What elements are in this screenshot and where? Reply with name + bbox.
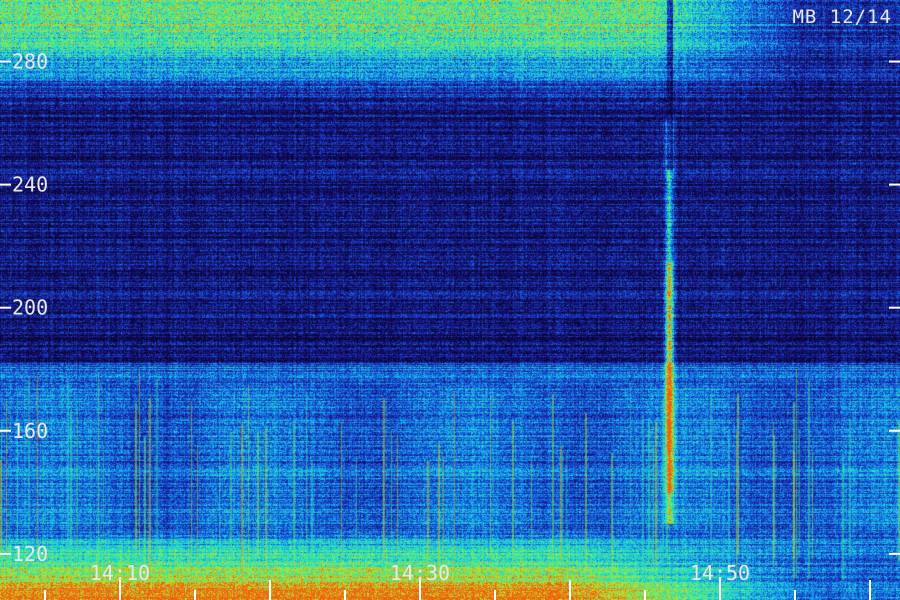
- y-tick-label: 240: [12, 173, 48, 197]
- x-tick-label: 14:50: [690, 561, 750, 585]
- y-tick-label: 160: [12, 419, 48, 443]
- station-date-label: MB 12/14: [792, 6, 892, 28]
- x-axis: 14:10 14:30 14:50: [44, 561, 871, 600]
- y-axis-left: 120 160 200 240 280: [0, 50, 48, 566]
- y-tick-label: 200: [12, 296, 48, 320]
- x-tick-label: 14:30: [390, 561, 450, 585]
- spectrogram-view: 120 160 200 240 280 14:10 14:30 14:50 MB 12/14: [0, 0, 900, 600]
- y-tick-label: 120: [12, 542, 48, 566]
- y-tick-label: 280: [12, 50, 48, 74]
- y-axis-right: [889, 60, 900, 555]
- axis-overlay: 120 160 200 240 280 14:10 14:30 14:50: [0, 50, 900, 600]
- x-tick-label: 14:10: [90, 561, 150, 585]
